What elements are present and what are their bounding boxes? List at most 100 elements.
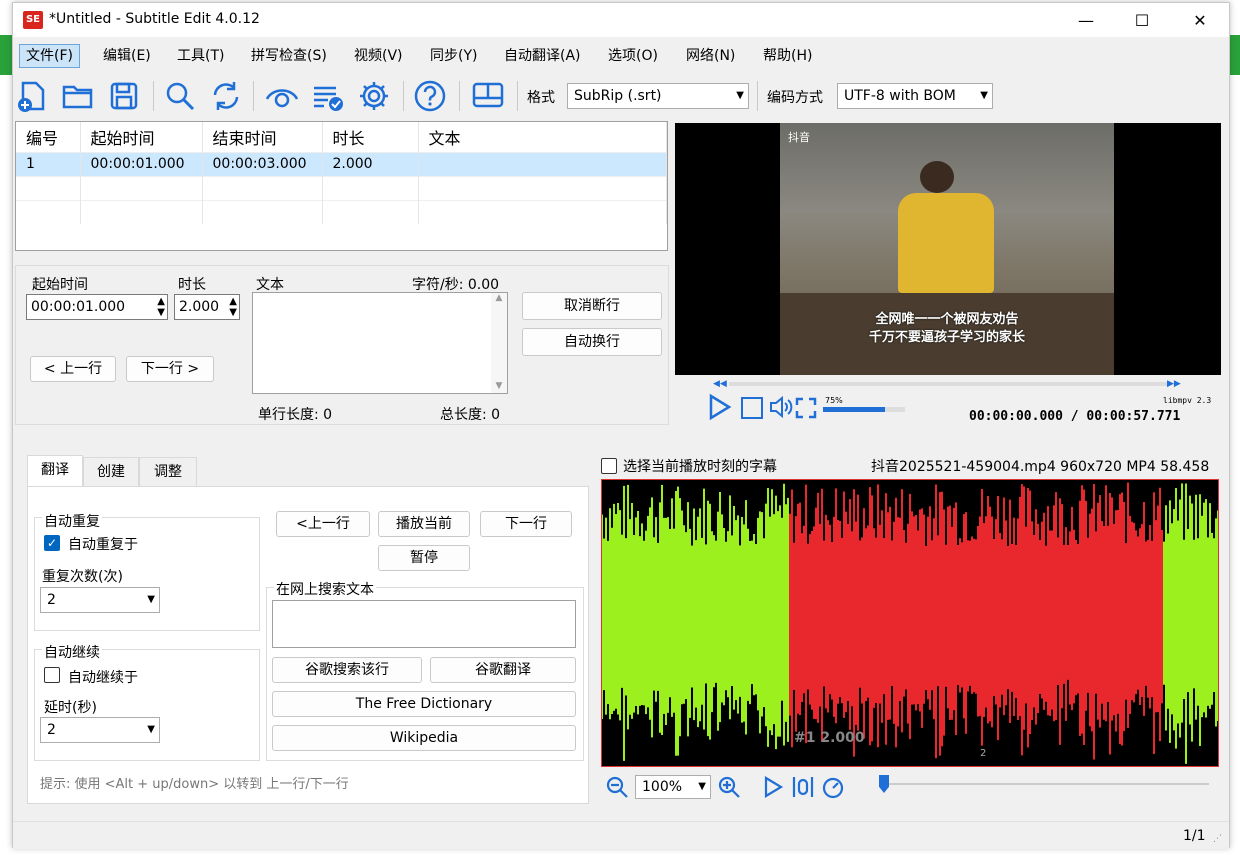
start-time-label: 起始时间 bbox=[32, 277, 88, 293]
forward-icon[interactable]: ▶▶ bbox=[1167, 379, 1181, 389]
delay-select[interactable]: 2 ▼ bbox=[40, 717, 160, 743]
unbreak-button[interactable]: 取消断行 bbox=[522, 292, 662, 320]
visual-sync-icon[interactable] bbox=[265, 79, 299, 113]
tab-translate[interactable]: 翻译 bbox=[27, 455, 83, 487]
menu-network[interactable]: 网络(N) bbox=[679, 44, 742, 68]
duration-input[interactable]: 2.000 ▲ ▼ bbox=[174, 294, 240, 320]
volume-icon[interactable] bbox=[769, 395, 793, 419]
web-search-input[interactable] bbox=[272, 600, 576, 648]
menu-help[interactable]: 帮助(H) bbox=[756, 44, 819, 68]
spell-check-icon[interactable] bbox=[311, 79, 345, 113]
waveform-graph bbox=[602, 482, 1218, 764]
col-start[interactable]: 起始时间 bbox=[80, 122, 203, 152]
waveform-position-track[interactable] bbox=[879, 783, 1209, 785]
volume-slider[interactable] bbox=[823, 407, 905, 412]
zoom-select[interactable]: 100% ▼ bbox=[635, 775, 711, 799]
col-text[interactable]: 文本 bbox=[418, 122, 667, 152]
menu-tools[interactable]: 工具(T) bbox=[170, 44, 231, 68]
maximize-button[interactable]: ☐ bbox=[1119, 7, 1165, 35]
toolbar: 格式 SubRip (.srt) ▼ 编码方式 UTF-8 with BOM ▼ bbox=[13, 73, 1229, 119]
play-icon[interactable] bbox=[705, 393, 733, 421]
next-line-button[interactable]: 下一行 > bbox=[126, 356, 214, 382]
waveform-position-thumb[interactable] bbox=[879, 775, 889, 793]
save-icon[interactable] bbox=[107, 79, 141, 113]
seek-bar[interactable] bbox=[729, 382, 1169, 386]
prev-line-button[interactable]: < 上一行 bbox=[30, 356, 116, 382]
new-file-icon[interactable] bbox=[15, 79, 49, 113]
zoom-in-icon[interactable] bbox=[717, 775, 741, 799]
next-line-button[interactable]: 下一行 bbox=[480, 511, 572, 537]
prev-line-button[interactable]: <上一行 bbox=[276, 511, 370, 537]
volume-percent: 75% bbox=[825, 396, 843, 405]
search-icon[interactable] bbox=[163, 79, 197, 113]
menu-autotranslate[interactable]: 自动翻译(A) bbox=[497, 44, 588, 68]
menu-spellcheck[interactable]: 拼写检查(S) bbox=[244, 44, 334, 68]
repeat-count-select[interactable]: 2 ▼ bbox=[40, 587, 160, 613]
audio-waveform[interactable]: #1 2.000 2 bbox=[601, 479, 1219, 767]
title-bar: SE *Untitled - Subtitle Edit 4.0.12 — ☐ … bbox=[13, 3, 1229, 37]
menu-file[interactable]: 文件(F) bbox=[19, 44, 80, 68]
replace-icon[interactable] bbox=[209, 79, 243, 113]
cell-end: 00:00:03.000 bbox=[202, 151, 323, 176]
video-player[interactable]: 抖音 全网唯一一个被网友劝告 千万不要逼孩子学习的家长 bbox=[675, 123, 1221, 375]
resize-grip-icon[interactable]: ⋰ bbox=[1213, 834, 1222, 844]
subtitle-text-input[interactable]: ▲ ▼ bbox=[252, 292, 508, 394]
tab-create[interactable]: 创建 bbox=[83, 457, 139, 487]
line-length: 单行长度: 0 bbox=[258, 407, 333, 423]
menu-video[interactable]: 视频(V) bbox=[347, 44, 410, 68]
wikipedia-button[interactable]: Wikipedia bbox=[272, 725, 576, 751]
format-select[interactable]: SubRip (.srt) ▼ bbox=[567, 83, 749, 109]
menu-options[interactable]: 选项(O) bbox=[601, 44, 665, 68]
col-number[interactable]: 编号 bbox=[16, 122, 81, 152]
col-end[interactable]: 结束时间 bbox=[202, 122, 323, 152]
split-icon[interactable] bbox=[791, 775, 815, 799]
table-row[interactable]: 1 00:00:01.000 00:00:03.000 2.000 bbox=[16, 151, 667, 176]
tab-content: 自动重复 ✓ 自动重复于 重复次数(次) 2 ▼ 自动继续 自动继续于 延时(秒)… bbox=[27, 486, 589, 804]
engine-label: libmpv 2.3 bbox=[1163, 396, 1212, 405]
google-search-button[interactable]: 谷歌搜索该行 bbox=[272, 657, 422, 683]
format-label: 格式 bbox=[527, 90, 555, 106]
layout-icon[interactable] bbox=[471, 79, 505, 113]
text-scrollbar[interactable]: ▲ ▼ bbox=[491, 293, 507, 393]
select-current-subtitle-checkbox[interactable] bbox=[601, 458, 617, 474]
zoom-out-icon[interactable] bbox=[605, 775, 629, 799]
pause-button[interactable]: 暂停 bbox=[378, 545, 470, 571]
cell-start: 00:00:01.000 bbox=[80, 151, 203, 176]
start-time-input[interactable]: 00:00:01.000 ▲ ▼ bbox=[26, 294, 168, 320]
play-current-button[interactable]: 播放当前 bbox=[378, 511, 470, 537]
close-button[interactable]: ✕ bbox=[1177, 7, 1223, 35]
free-dictionary-button[interactable]: The Free Dictionary bbox=[272, 691, 576, 717]
toolbar-separator bbox=[153, 81, 154, 111]
settings-gear-icon[interactable] bbox=[357, 79, 391, 113]
web-search-title: 在网上搜索文本 bbox=[274, 579, 376, 599]
minimize-button[interactable]: — bbox=[1063, 7, 1109, 35]
google-translate-button[interactable]: 谷歌翻译 bbox=[430, 657, 576, 683]
auto-continue-title: 自动继续 bbox=[42, 642, 102, 662]
window-title: *Untitled - Subtitle Edit 4.0.12 bbox=[49, 11, 260, 27]
watermark-text: 抖音 bbox=[788, 131, 810, 144]
help-icon[interactable] bbox=[413, 79, 447, 113]
page-indicator: 1/1 bbox=[1183, 828, 1206, 844]
cell-number: 1 bbox=[16, 151, 81, 176]
encoding-select[interactable]: UTF-8 with BOM ▼ bbox=[837, 83, 993, 109]
auto-continue-label: 自动继续于 bbox=[68, 670, 138, 686]
stop-icon[interactable] bbox=[741, 397, 763, 419]
tab-adjust[interactable]: 调整 bbox=[139, 457, 197, 487]
col-duration[interactable]: 时长 bbox=[322, 122, 419, 152]
speed-gauge-icon[interactable] bbox=[821, 775, 845, 799]
auto-break-button[interactable]: 自动换行 bbox=[522, 328, 662, 356]
menu-edit[interactable]: 编辑(E) bbox=[96, 44, 158, 68]
toolbar-separator bbox=[459, 81, 460, 111]
delay-label: 延时(秒) bbox=[44, 700, 97, 716]
play-wave-icon[interactable] bbox=[761, 775, 785, 799]
auto-repeat-label: 自动重复于 bbox=[68, 537, 138, 553]
cell-duration: 2.000 bbox=[322, 151, 419, 176]
rewind-icon[interactable]: ◀◀ bbox=[713, 379, 727, 389]
open-folder-icon[interactable] bbox=[61, 79, 95, 113]
auto-repeat-checkbox[interactable]: ✓ bbox=[44, 535, 60, 551]
auto-continue-checkbox[interactable] bbox=[44, 667, 60, 683]
auto-repeat-title: 自动重复 bbox=[42, 511, 102, 531]
media-file-info: 抖音2025521-459004.mp4 960x720 MP4 58.458 bbox=[871, 459, 1210, 475]
menu-sync[interactable]: 同步(Y) bbox=[423, 44, 484, 68]
fullscreen-icon[interactable] bbox=[795, 397, 817, 419]
